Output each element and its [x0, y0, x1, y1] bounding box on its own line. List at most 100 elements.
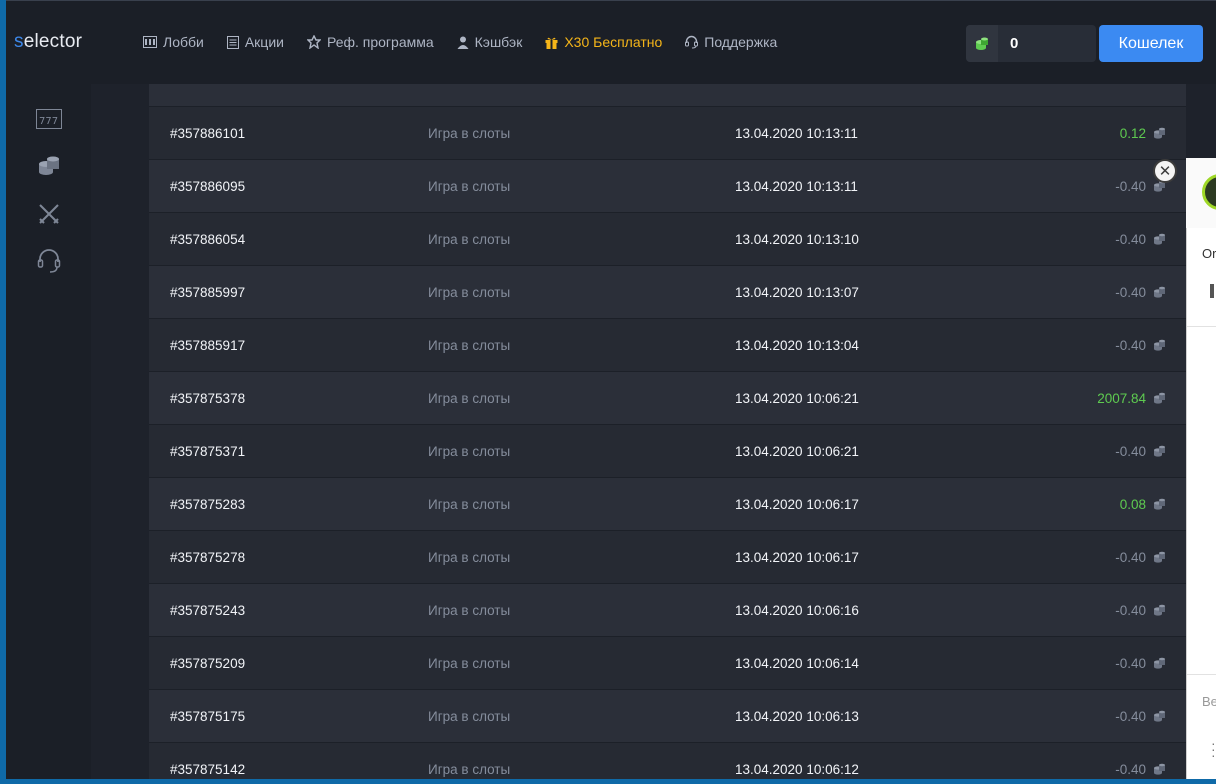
- transaction-amount: -0.40: [1115, 443, 1146, 459]
- nav-cashback[interactable]: Кэшбэк: [457, 34, 523, 50]
- transaction-amount: 2007.84: [1097, 390, 1146, 406]
- table-row[interactable]: #357886095 Игра в слоты 13.04.2020 10:13:1…: [149, 160, 1186, 213]
- transaction-id: #357875278: [170, 549, 246, 565]
- nav-referral[interactable]: Реф. программа: [306, 34, 434, 50]
- app-window: selector Лобби Акции Реф. программа Кэшб…: [6, 0, 1216, 779]
- chat-header: [1186, 158, 1216, 228]
- nav-lobby[interactable]: Лобби: [143, 34, 204, 50]
- table-row[interactable]: #357875371 Игра в слоты 13.04.2020 10:06:2…: [149, 425, 1186, 478]
- transaction-type: Игра в слоты: [428, 761, 511, 777]
- transaction-id: #357875243: [170, 602, 246, 618]
- coins-icon: [1153, 445, 1166, 463]
- coins-icon: [1153, 498, 1166, 516]
- nav-support[interactable]: Поддержка: [685, 34, 777, 50]
- transaction-id: #357875283: [170, 496, 246, 512]
- transaction-date: 13.04.2020 10:13:11: [735, 178, 858, 194]
- transaction-date: 13.04.2020 10:06:16: [735, 602, 859, 618]
- main-nav: Лобби Акции Реф. программа Кэшбэк Х30 Бе…: [143, 34, 800, 50]
- promotions-icon: [226, 35, 239, 49]
- transaction-amount: -0.40: [1115, 178, 1146, 194]
- table-row[interactable]: #357875378 Игра в слоты 13.04.2020 10:06:2…: [149, 372, 1186, 425]
- swords-icon[interactable]: [36, 201, 62, 227]
- lobby-icon: [143, 36, 157, 48]
- transaction-date: 13.04.2020 10:13:07: [735, 284, 859, 300]
- table-row[interactable]: #357875142 Игра в слоты 13.04.2020 10:06:1…: [149, 743, 1186, 779]
- referral-icon: [306, 35, 321, 49]
- chat-avatar: [1202, 174, 1216, 210]
- table-row[interactable]: #357886101 Игра в слоты 13.04.2020 10:13:1…: [149, 107, 1186, 160]
- logo[interactable]: selector: [14, 31, 82, 53]
- transaction-date: 13.04.2020 10:06:14: [735, 655, 859, 671]
- transaction-amount: 0.12: [1119, 125, 1146, 141]
- transaction-type: Игра в слоты: [428, 655, 511, 671]
- coins-icon: [1153, 604, 1166, 622]
- coins-icon: [1153, 551, 1166, 569]
- nav-promotions-label: Акции: [244, 34, 284, 50]
- transactions-table: #357886101 Игра в слоты 13.04.2020 10:13:1…: [149, 84, 1186, 779]
- coins-icon: [1153, 339, 1166, 357]
- table-row[interactable]: #357885917 Игра в слоты 13.04.2020 10:13:0…: [149, 319, 1186, 372]
- table-row[interactable]: #357875175 Игра в слоты 13.04.2020 10:06:1…: [149, 690, 1186, 743]
- transaction-type: Игра в слоты: [428, 549, 511, 565]
- balance-box[interactable]: 0: [966, 25, 1096, 62]
- transaction-amount: -0.40: [1115, 549, 1146, 565]
- transaction-date: 13.04.2020 10:06:17: [735, 496, 859, 512]
- nav-free-spins[interactable]: Х30 Бесплатно: [545, 34, 662, 50]
- transaction-type: Игра в слоты: [428, 443, 511, 459]
- transaction-amount: -0.40: [1115, 708, 1146, 724]
- coins-icon: [966, 25, 998, 62]
- transaction-date: 13.04.2020 10:06:21: [735, 390, 859, 406]
- nav-cashback-label: Кэшбэк: [474, 34, 523, 50]
- slots-icon[interactable]: 777: [36, 106, 62, 132]
- transaction-id: #357886101: [170, 125, 246, 141]
- pause-icon[interactable]: [1210, 284, 1214, 298]
- transaction-type: Игра в слоты: [428, 390, 511, 406]
- transaction-amount: -0.40: [1115, 284, 1146, 300]
- transaction-type: Игра в слоты: [428, 496, 511, 512]
- coins-icon: [1153, 127, 1166, 145]
- table-row[interactable]: #357886054 Игра в слоты 13.04.2020 10:13:1…: [149, 213, 1186, 266]
- wallet-button[interactable]: Кошелек: [1099, 25, 1203, 62]
- transaction-id: #357875378: [170, 390, 246, 406]
- nav-promotions[interactable]: Акции: [226, 34, 284, 50]
- coins-icon: [1153, 392, 1166, 410]
- table-row[interactable]: #357875243 Игра в слоты 13.04.2020 10:06:1…: [149, 584, 1186, 637]
- transaction-date: 13.04.2020 10:06:21: [735, 443, 859, 459]
- transaction-id: #357886095: [170, 178, 246, 194]
- table-row[interactable]: #357885997 Игра в слоты 13.04.2020 10:13:0…: [149, 266, 1186, 319]
- divider: [1187, 674, 1216, 675]
- transaction-amount: -0.40: [1115, 761, 1146, 777]
- logo-accent-letter: s: [14, 31, 24, 52]
- transaction-amount: -0.40: [1115, 337, 1146, 353]
- transaction-date: 13.04.2020 10:06:17: [735, 549, 859, 565]
- transaction-type: Игра в слоты: [428, 231, 511, 247]
- top-header: selector Лобби Акции Реф. программа Кэшб…: [6, 0, 1216, 84]
- transaction-type: Игра в слоты: [428, 284, 511, 300]
- table-row[interactable]: #357875209 Игра в слоты 13.04.2020 10:06:1…: [149, 637, 1186, 690]
- transaction-date: 13.04.2020 10:13:10: [735, 231, 859, 247]
- transaction-type: Игра в слоты: [428, 602, 511, 618]
- coins-icon[interactable]: [36, 153, 62, 179]
- more-options-icon[interactable]: · · ·: [1211, 736, 1216, 762]
- transaction-date: 13.04.2020 10:06:13: [735, 708, 859, 724]
- transaction-amount: -0.40: [1115, 231, 1146, 247]
- transaction-date: 13.04.2020 10:13:11: [735, 125, 858, 141]
- table-row[interactable]: #357875283 Игра в слоты 13.04.2020 10:06:1…: [149, 478, 1186, 531]
- coins-icon: [1153, 657, 1166, 675]
- close-chat-button[interactable]: ✕: [1153, 159, 1177, 183]
- transaction-id: #357875175: [170, 708, 246, 724]
- svg-text:777: 777: [39, 116, 58, 127]
- chat-input[interactable]: Be: [1202, 694, 1216, 709]
- close-icon: ✕: [1158, 162, 1172, 180]
- coins-icon: [1153, 233, 1166, 251]
- coins-icon: [1153, 710, 1166, 728]
- transaction-id: #357875371: [170, 443, 246, 459]
- headset-icon: [685, 35, 699, 49]
- logo-text: elector: [23, 31, 83, 52]
- left-sidebar: 777: [6, 84, 91, 779]
- transaction-amount: -0.40: [1115, 602, 1146, 618]
- table-row[interactable]: #357875278 Игра в слоты 13.04.2020 10:06:1…: [149, 531, 1186, 584]
- headset-icon[interactable]: [36, 248, 62, 274]
- gift-icon: [545, 36, 558, 49]
- transaction-id: #357875142: [170, 761, 246, 777]
